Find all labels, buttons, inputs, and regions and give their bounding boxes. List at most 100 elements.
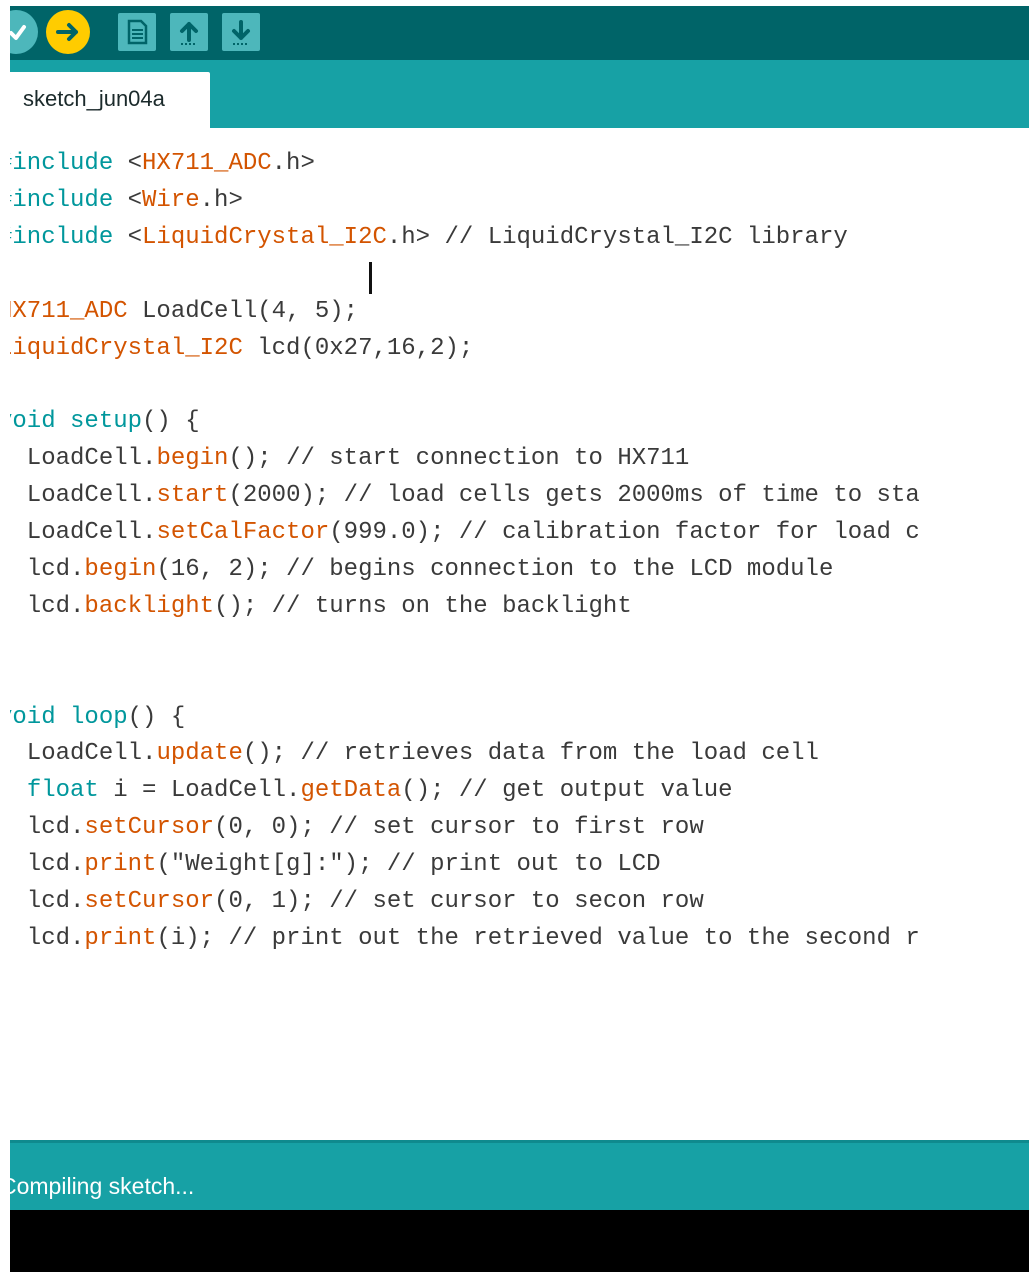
new-file-icon xyxy=(127,19,148,45)
code-token: .h> xyxy=(271,150,330,177)
code-token: < xyxy=(127,223,143,251)
code-token: start xyxy=(156,482,229,510)
code-token: () { xyxy=(142,408,200,436)
code-token: LiquidCrystal_I2C xyxy=(10,334,243,362)
code-line: lcd.setCursor(0, 1); // set cursor to se… xyxy=(10,884,704,920)
code-token: setup xyxy=(70,408,143,436)
arrow-down-icon xyxy=(232,20,250,45)
code-line: #include <LiquidCrystal_I2C.h> // Liquid… xyxy=(10,220,848,256)
code-token: } xyxy=(10,630,12,657)
code-token: LoadCell. xyxy=(10,445,157,473)
code-token: (16, 2); // begins connection to the LCD… xyxy=(156,555,834,583)
code-line: void loop() { xyxy=(10,700,185,736)
code-line: LoadCell.update(); // retrieves data fro… xyxy=(10,736,819,772)
code-token: Wire xyxy=(142,186,200,214)
code-token: HX711_ADC xyxy=(10,297,128,325)
code-line: } xyxy=(10,958,12,994)
code-line: LiquidCrystal_I2C lcd(0x27,16,2); xyxy=(10,331,473,367)
code-line: #include <Wire.h> xyxy=(10,183,243,219)
arduino-ide-window: sketch_jun04a #include <HX711_ADC.h> #in… xyxy=(10,6,1029,1272)
code-token: (i); // print out the retrieved value to… xyxy=(156,924,920,952)
code-token: begin xyxy=(156,445,229,473)
code-token: (); // turns on the backlight xyxy=(214,592,632,620)
code-token: void xyxy=(10,408,56,436)
code-line: lcd.print(i); // print out the retrieved… xyxy=(10,921,920,957)
code-line: LoadCell.start(2000); // load cells gets… xyxy=(10,478,920,514)
code-token: LoadCell. xyxy=(10,519,157,546)
code-line: float i = LoadCell.getData(); // get out… xyxy=(10,773,733,809)
verify-button[interactable] xyxy=(10,10,38,54)
code-token: LoadCell(4, 5); xyxy=(127,297,359,325)
console-output xyxy=(10,1210,1029,1272)
code-line: HX711_ADC LoadCell(4, 5); xyxy=(10,294,358,330)
code-token: print xyxy=(84,924,157,952)
code-token: float xyxy=(26,777,99,805)
code-token: lcd. xyxy=(26,592,85,620)
toolbar xyxy=(10,6,1029,60)
upload-button[interactable] xyxy=(46,10,90,54)
code-token: lcd. xyxy=(26,814,85,842)
tab-sketch[interactable]: sketch_jun04a xyxy=(10,72,210,128)
code-token: loop xyxy=(70,703,128,731)
code-token: (0, 1); // set cursor to secon row xyxy=(214,888,704,915)
code-token: HX711_ADC xyxy=(142,150,272,177)
code-line: LoadCell.begin(); // start connection to… xyxy=(10,441,690,477)
code-token: lcd. xyxy=(26,555,85,583)
code-token: #include xyxy=(10,150,128,177)
code-token: LoadCell. xyxy=(10,740,157,768)
arrow-up-icon xyxy=(180,22,198,45)
code-line: void setup() { xyxy=(10,404,200,440)
code-token: update xyxy=(156,740,243,768)
code-line: LoadCell.setCalFactor(999.0); // calibra… xyxy=(10,515,920,551)
code-token: void xyxy=(10,703,56,731)
save-button[interactable] xyxy=(222,13,260,51)
tab-bar: sketch_jun04a xyxy=(10,60,1029,128)
code-token: LiquidCrystal_I2C xyxy=(142,223,387,251)
code-token: LoadCell. xyxy=(10,482,157,510)
code-token: lcd. xyxy=(26,924,85,952)
arrow-right-icon xyxy=(56,23,78,41)
code-token: lcd. xyxy=(26,888,85,915)
code-token: setCalFactor xyxy=(156,519,330,546)
code-token: (); // get output value xyxy=(401,777,733,805)
code-token: (999.0); // calibration factor for load … xyxy=(329,519,920,546)
code-token: setCursor xyxy=(84,888,215,915)
code-editor[interactable]: #include <HX711_ADC.h> #include <Wire.h>… xyxy=(10,128,1029,1140)
new-sketch-button[interactable] xyxy=(118,13,156,51)
code-token: < xyxy=(127,150,143,177)
code-token: #include xyxy=(10,223,128,251)
code-token: } xyxy=(10,962,12,989)
text-cursor xyxy=(369,262,372,294)
code-line: lcd.begin(16, 2); // begins connection t… xyxy=(10,552,834,588)
checkmark-icon xyxy=(10,25,26,40)
status-bar: Compiling sketch... xyxy=(10,1140,1029,1213)
code-token: lcd(0x27,16,2); xyxy=(242,334,474,362)
code-line: lcd.print("Weight[g]:"); // print out to… xyxy=(10,847,661,883)
code-token: ("Weight[g]:"); // print out to LCD xyxy=(156,851,661,879)
status-message: Compiling sketch... xyxy=(10,1173,195,1199)
code-token: (0, 0); // set cursor to first row xyxy=(214,814,704,842)
code-token: .h> xyxy=(199,186,243,214)
code-token: #include xyxy=(10,186,128,214)
code-line: } xyxy=(10,626,12,662)
code-token: print xyxy=(84,851,157,879)
code-line: lcd.setCursor(0, 0); // set cursor to fi… xyxy=(10,810,704,846)
code-token: (); // start connection to HX711 xyxy=(228,445,690,473)
code-token: < xyxy=(127,186,143,214)
open-button[interactable] xyxy=(170,13,208,51)
code-token: (2000); // load cells gets 2000ms of tim… xyxy=(228,482,920,510)
code-token: backlight xyxy=(84,592,215,620)
code-token: lcd. xyxy=(26,851,85,879)
code-token: begin xyxy=(84,555,157,583)
code-token: .h> // LiquidCrystal_I2C library xyxy=(386,223,848,251)
code-line: #include <HX711_ADC.h> xyxy=(10,146,329,182)
code-token: (); // retrieves data from the load cell xyxy=(242,740,819,768)
code-token: i = LoadCell. xyxy=(98,777,301,805)
code-line: lcd.backlight(); // turns on the backlig… xyxy=(10,589,632,625)
code-token: setCursor xyxy=(84,814,215,842)
code-token: () { xyxy=(127,703,186,731)
tab-label: sketch_jun04a xyxy=(23,86,165,111)
